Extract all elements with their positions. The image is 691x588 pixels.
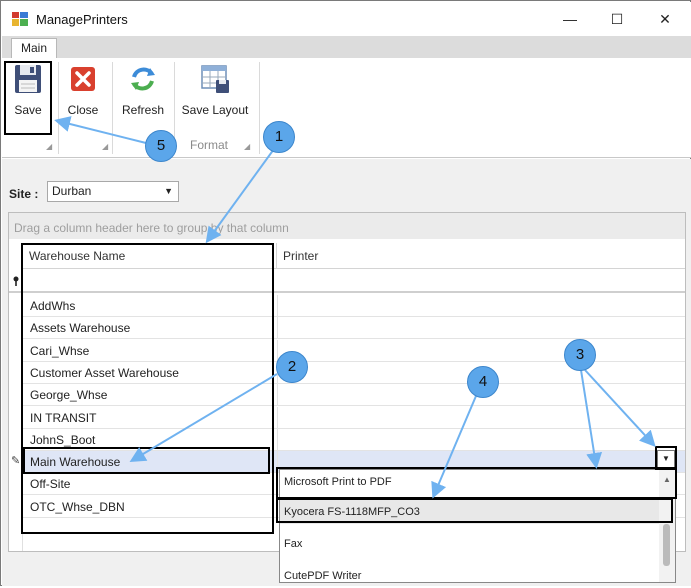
group-launcher-icon[interactable]: ◢: [244, 142, 250, 151]
scrollbar-thumb[interactable]: [663, 524, 670, 566]
group-launcher-icon[interactable]: ◢: [46, 142, 52, 151]
close-label: Close: [67, 103, 99, 117]
callout-2: 2: [276, 351, 308, 383]
app-icon: [12, 12, 28, 26]
refresh-button[interactable]: Refresh: [116, 62, 170, 117]
ribbon-group-divider: [259, 62, 260, 154]
save-layout-icon: [201, 65, 229, 93]
filter-key-icon: [13, 276, 19, 286]
ribbon-tab-strip: Main: [2, 36, 691, 59]
site-select[interactable]: Durban ▼: [47, 181, 179, 202]
callout-5: 5: [145, 130, 177, 162]
callout-4: 4: [467, 366, 499, 398]
printer-option[interactable]: Fax: [280, 532, 660, 556]
close-button[interactable]: Close: [64, 62, 102, 117]
highlight-box-save: [4, 61, 52, 135]
highlight-box-dropdown-first: [276, 467, 677, 499]
refresh-label: Refresh: [121, 103, 165, 117]
highlight-box-warehouse-column: [21, 243, 274, 534]
column-header-printer[interactable]: Printer: [277, 243, 685, 269]
tab-main[interactable]: Main: [11, 38, 57, 59]
site-label: Site :: [9, 187, 39, 201]
chevron-down-icon: ▼: [164, 186, 173, 196]
highlight-box-main-warehouse: [23, 447, 270, 474]
ribbon-group-divider: [112, 62, 113, 154]
maximize-button[interactable]: ☐: [594, 2, 640, 36]
site-value: Durban: [52, 184, 92, 198]
save-layout-label: Save Layout: [181, 103, 249, 117]
column-divider: [277, 384, 278, 407]
title-bar: ManagePrinters — ☐ ✕: [2, 2, 691, 36]
column-divider: [277, 295, 278, 317]
close-icon: [71, 67, 95, 91]
format-group-label: Format: [190, 138, 229, 152]
close-window-button[interactable]: ✕: [642, 2, 688, 36]
ribbon: Save Close Refresh Save Layout ◢ ◢ Forma…: [2, 58, 691, 158]
save-layout-button[interactable]: Save Layout: [180, 62, 250, 117]
callout-1: 1: [263, 121, 295, 153]
group-launcher-icon[interactable]: ◢: [102, 142, 108, 151]
minimize-button[interactable]: —: [547, 2, 593, 36]
group-by-panel[interactable]: Drag a column header here to group by th…: [9, 213, 685, 239]
column-divider: [277, 406, 278, 429]
ribbon-group-divider: [58, 62, 59, 154]
window-title: ManagePrinters: [36, 12, 128, 27]
column-divider: [277, 317, 278, 340]
printer-option[interactable]: CutePDF Writer: [280, 564, 660, 588]
highlight-box-kyocera: [276, 498, 673, 523]
refresh-icon: [131, 67, 155, 91]
edit-pencil-icon: ✎: [11, 455, 21, 468]
column-divider: [277, 428, 278, 451]
callout-3: 3: [564, 339, 596, 371]
